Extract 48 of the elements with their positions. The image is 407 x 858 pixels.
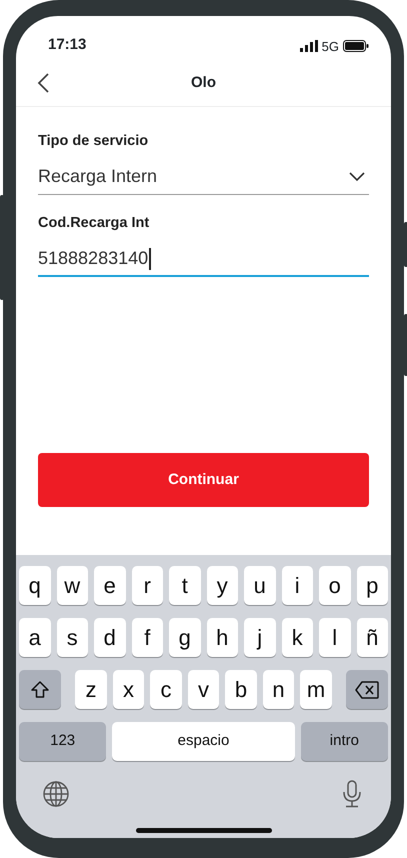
keyboard-key[interactable]: k bbox=[282, 618, 313, 657]
keyboard-key[interactable]: b bbox=[225, 670, 257, 709]
keyboard-key[interactable]: c bbox=[150, 670, 182, 709]
return-key[interactable]: intro bbox=[300, 722, 388, 761]
keyboard-key[interactable]: z bbox=[75, 670, 107, 709]
globe-icon[interactable] bbox=[43, 781, 69, 807]
numbers-key[interactable]: 123 bbox=[19, 722, 106, 761]
keyboard-key[interactable]: w bbox=[56, 566, 88, 605]
keyboard-key[interactable]: o bbox=[319, 566, 350, 605]
keyboard-key[interactable]: a bbox=[19, 618, 50, 657]
space-key[interactable]: espacio bbox=[112, 722, 295, 761]
keyboard-key[interactable]: q bbox=[19, 566, 50, 605]
keyboard-key[interactable]: ñ bbox=[356, 618, 388, 657]
keyboard-key[interactable]: e bbox=[94, 566, 126, 605]
back-button[interactable] bbox=[36, 72, 50, 94]
screen-title: Olo bbox=[191, 72, 216, 93]
shift-icon bbox=[30, 680, 50, 700]
keyboard-key[interactable]: v bbox=[188, 670, 220, 709]
keyboard-key[interactable]: m bbox=[300, 670, 332, 709]
keyboard-key[interactable]: t bbox=[169, 566, 200, 605]
keyboard-key[interactable]: d bbox=[94, 618, 126, 657]
keyboard-key[interactable]: s bbox=[56, 618, 88, 657]
keyboard-key[interactable]: n bbox=[262, 670, 294, 709]
keyboard-key[interactable]: p bbox=[356, 566, 388, 605]
keyboard-key[interactable]: h bbox=[206, 618, 238, 657]
input-field[interactable]: 51888283140 bbox=[38, 233, 369, 277]
microphone-icon[interactable] bbox=[342, 780, 362, 808]
network-label: 5G bbox=[322, 38, 339, 56]
field-label: Cod.Recarga Int bbox=[38, 214, 150, 233]
delete-key[interactable] bbox=[346, 670, 388, 709]
keyboard-key[interactable]: x bbox=[112, 670, 144, 709]
keyboard-key[interactable]: g bbox=[169, 618, 200, 657]
backspace-icon bbox=[354, 680, 379, 698]
battery-icon bbox=[343, 40, 369, 52]
chevron-down-icon bbox=[349, 172, 365, 182]
keyboard-key[interactable]: u bbox=[244, 566, 276, 605]
keyboard-key[interactable]: l bbox=[319, 618, 350, 657]
status-time: 17:13 bbox=[48, 34, 86, 54]
service-dropdown[interactable]: Recarga Intern bbox=[38, 151, 369, 195]
field-label: Tipo de servicio bbox=[38, 132, 150, 151]
keyboard-key[interactable]: r bbox=[132, 566, 163, 605]
keyboard-key[interactable]: y bbox=[206, 566, 238, 605]
shift-key[interactable] bbox=[19, 670, 62, 709]
keyboard-key[interactable]: j bbox=[244, 618, 276, 657]
continue-button[interactable]: Continuar bbox=[38, 453, 369, 507]
keyboard-key[interactable]: f bbox=[132, 618, 163, 657]
signal-icon bbox=[300, 40, 318, 52]
keyboard-key[interactable]: i bbox=[282, 566, 313, 605]
